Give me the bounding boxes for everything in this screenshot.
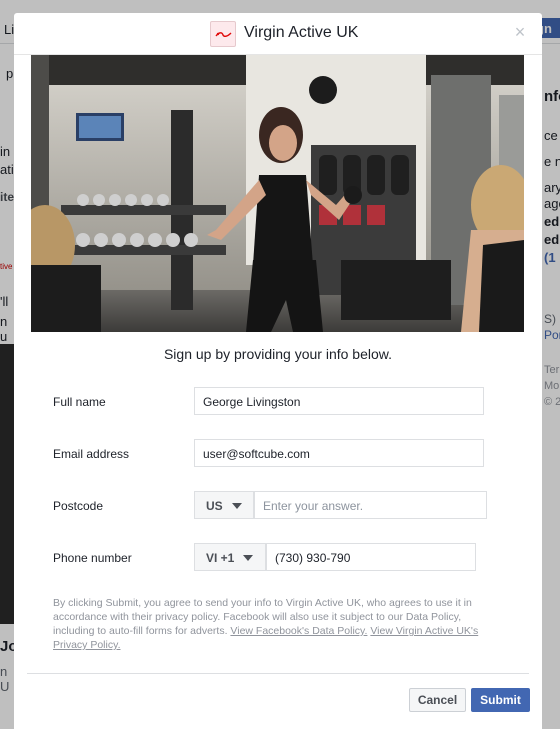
footer-divider: [27, 673, 529, 674]
submit-button[interactable]: Submit: [471, 688, 530, 712]
email-label: Email address: [53, 447, 130, 461]
country-code: VI +1: [206, 551, 235, 565]
brand-logo: [210, 21, 236, 47]
email-field[interactable]: user@softcube.com: [194, 439, 484, 467]
phone-label: Phone number: [53, 551, 132, 565]
dialog-header: Virgin Active UK ×: [14, 13, 542, 55]
chevron-down-icon: [243, 555, 253, 561]
full-name-label: Full name: [53, 395, 106, 409]
postcode-country-select[interactable]: US: [194, 491, 254, 519]
country-code: US: [206, 499, 223, 513]
hero-image: [31, 55, 524, 332]
chevron-down-icon: [232, 503, 242, 509]
privacy-disclaimer: By clicking Submit, you agree to send yo…: [53, 596, 505, 652]
facebook-data-policy-link[interactable]: View Facebook's Data Policy.: [230, 625, 367, 637]
close-icon[interactable]: ×: [512, 23, 528, 41]
cancel-button[interactable]: Cancel: [409, 688, 466, 712]
postcode-label: Postcode: [53, 499, 104, 513]
gym-photo: [31, 55, 524, 332]
virgin-logo-icon: [215, 32, 232, 37]
dialog-title: Virgin Active UK: [244, 24, 359, 41]
postcode-field[interactable]: Enter your answer.: [254, 491, 487, 519]
phone-country-select[interactable]: VI +1: [194, 543, 266, 571]
full-name-field[interactable]: George Livingston: [194, 387, 484, 415]
phone-field[interactable]: (730) 930-790: [266, 543, 476, 571]
form-intro-text: Sign up by providing your info below.: [163, 346, 393, 362]
lead-form-dialog: Virgin Active UK × Sign up by providing …: [14, 13, 542, 729]
